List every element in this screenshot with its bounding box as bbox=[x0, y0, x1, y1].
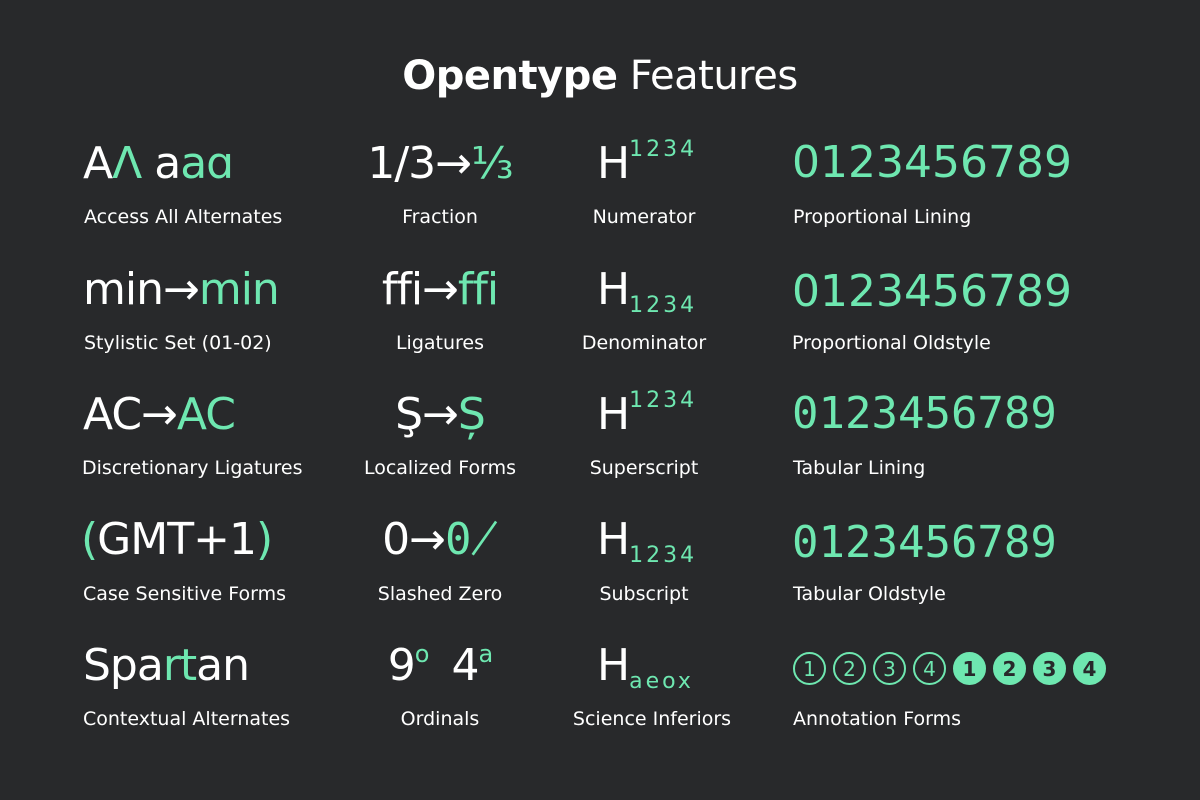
subs-sample: H1234 bbox=[597, 514, 698, 568]
liga-sample: ffi→ffi bbox=[381, 264, 499, 315]
dnom-sample: H1234 bbox=[597, 264, 698, 318]
numr-sample: H1234 bbox=[597, 137, 698, 189]
tosf-sample: 0123456789 bbox=[792, 517, 1057, 568]
aalt-label: Access All Alternates bbox=[84, 206, 283, 228]
circled-digit-filled: 1 bbox=[953, 652, 986, 685]
sups-label: Superscript bbox=[589, 457, 699, 479]
frac-label: Fraction bbox=[402, 206, 478, 228]
numr-label: Numerator bbox=[592, 206, 696, 228]
circled-digit-outline: 3 bbox=[873, 652, 906, 685]
circled-digit-filled: 3 bbox=[1033, 652, 1066, 685]
tosf-label: Tabular Oldstyle bbox=[793, 583, 946, 605]
circled-digit-outline: 1 bbox=[793, 652, 826, 685]
ordn-sample: 9o 4a bbox=[387, 640, 493, 691]
locl-label: Localized Forms bbox=[363, 457, 517, 479]
circled-digit-outline: 4 bbox=[913, 652, 946, 685]
locl-sample: Ş→Ș bbox=[395, 389, 486, 440]
circled-digit-filled: 4 bbox=[1073, 652, 1106, 685]
dlig-label: Discretionary Ligatures bbox=[82, 457, 303, 479]
sups-sample: H1234 bbox=[597, 388, 698, 440]
dlig-sample: AC→AC bbox=[83, 389, 236, 440]
sinf-sample: Haeox bbox=[597, 640, 694, 694]
pnum-sample: 0123456789 bbox=[792, 137, 1072, 188]
title-bold: Opentype bbox=[402, 53, 618, 99]
aalt-sample: AΛ aaɑ bbox=[83, 138, 234, 189]
tnum-label: Tabular Lining bbox=[793, 457, 926, 479]
liga-label: Ligatures bbox=[395, 332, 485, 354]
nalt-label: Annotation Forms bbox=[793, 708, 961, 730]
circled-digit-outline: 2 bbox=[833, 652, 866, 685]
pnum-label: Proportional Lining bbox=[793, 206, 972, 228]
dnom-label: Denominator bbox=[581, 332, 707, 354]
case-label: Case Sensitive Forms bbox=[83, 583, 286, 605]
zero-label: Slashed Zero bbox=[377, 583, 503, 605]
calt-sample: Spartan bbox=[83, 640, 250, 691]
sinf-label: Science Inferiors bbox=[572, 708, 732, 730]
onum-label: Proportional Oldstyle bbox=[792, 332, 991, 354]
ss-label: Stylistic Set (01-02) bbox=[84, 332, 272, 354]
onum-sample: 0123456789 bbox=[792, 266, 1072, 317]
case-sample: (GMT+1) bbox=[81, 514, 273, 565]
zero-sample: 0→0̸ bbox=[382, 514, 498, 565]
circled-digit-filled: 2 bbox=[993, 652, 1026, 685]
tnum-sample: 0123456789 bbox=[792, 388, 1057, 439]
ordn-label: Ordinals bbox=[400, 708, 480, 730]
ss-sample: min→min bbox=[83, 264, 280, 315]
calt-label: Contextual Alternates bbox=[83, 708, 291, 730]
title-light: Features bbox=[629, 53, 799, 99]
nalt-sample: 12341234 bbox=[793, 652, 1113, 685]
subs-label: Subscript bbox=[599, 583, 689, 605]
frac-sample: 1/3→⅓ bbox=[367, 138, 513, 189]
page-title: Opentype Features bbox=[0, 52, 1200, 100]
